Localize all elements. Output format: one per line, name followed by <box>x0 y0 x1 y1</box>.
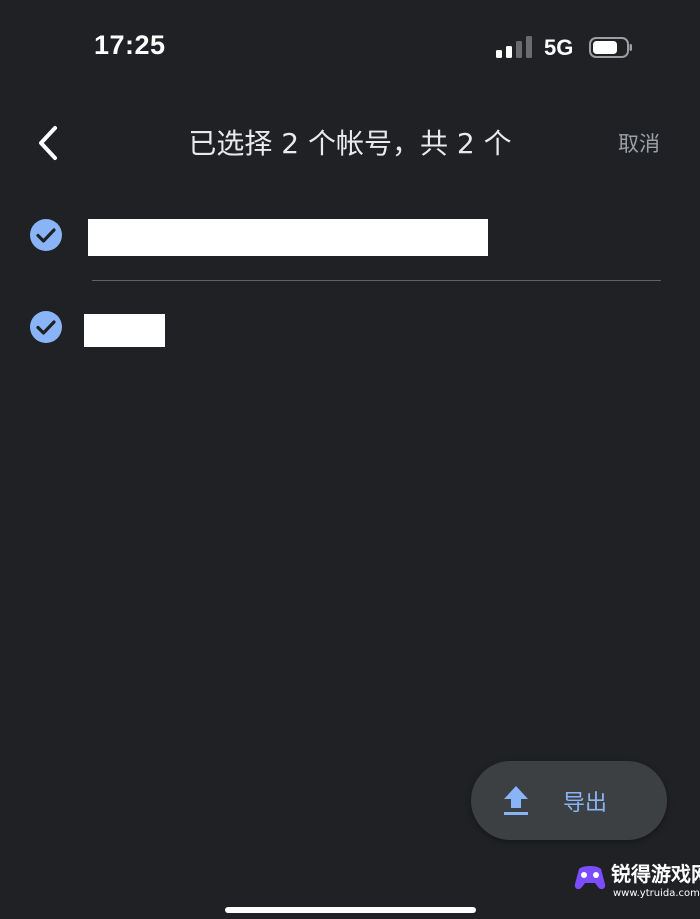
checkmark-circle-icon[interactable] <box>29 218 63 252</box>
gamepad-logo-icon <box>574 866 606 890</box>
account-name-redacted <box>84 314 165 347</box>
cancel-button[interactable]: 取消 <box>618 128 660 158</box>
network-type: 5G <box>544 35 574 60</box>
account-name-redacted <box>88 219 488 256</box>
upload-icon <box>504 786 528 815</box>
account-row[interactable] <box>0 300 700 360</box>
watermark: 锐得游戏网 www.ytruida.com <box>573 858 700 914</box>
watermark-url: www.ytruida.com <box>613 888 700 899</box>
back-button[interactable] <box>26 116 70 170</box>
checkmark-circle-icon[interactable] <box>29 310 63 344</box>
signal-strength-icon <box>496 36 532 58</box>
home-indicator <box>225 907 476 913</box>
chevron-left-icon <box>39 126 57 160</box>
page-title: 已选择 2 个帐号，共 2 个 <box>188 127 512 160</box>
account-row[interactable] <box>0 210 700 270</box>
battery-icon <box>589 37 632 58</box>
divider <box>92 280 661 281</box>
export-button[interactable]: 导出 <box>471 761 667 840</box>
export-label: 导出 <box>563 791 608 816</box>
status-time: 17:25 <box>94 30 166 60</box>
watermark-text: 锐得游戏网 <box>611 862 700 886</box>
screen: 17:25 5G 已选择 2 个帐号，共 2 个 取消 导出 锐得游戏 www.… <box>0 0 700 919</box>
